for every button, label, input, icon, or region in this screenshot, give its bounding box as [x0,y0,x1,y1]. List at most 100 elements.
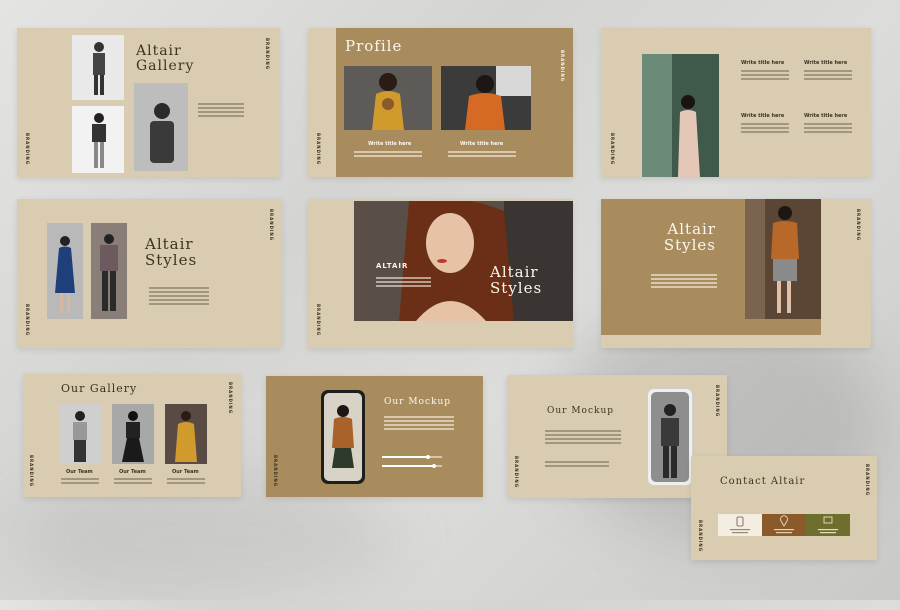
cream-right-strip [821,199,871,348]
hero-small-label: ALTAIR [376,262,409,270]
slide-altair-styles-right[interactable]: Altair Styles BRANDING [601,199,871,348]
person-figure-icon [661,404,679,478]
phone-icon [730,516,750,534]
monitor-icon [818,516,838,534]
gallery-team-label-2: Our Team [119,469,146,475]
contact-box-phone[interactable] [718,514,762,536]
woman-yellow-coat-icon [175,411,197,462]
styles-left-title: Altair Styles [145,236,197,269]
brand-vertical-label: BRANDING [610,132,615,165]
info-heading-2: Write title here [804,60,848,66]
brand-vertical-label: BRANDING [856,209,861,242]
our-gallery-title: Our Gallery [61,382,138,395]
slide-hero-styles[interactable]: ALTAIR Altair Styles BRANDING [308,199,573,348]
person-figure-icon [122,411,144,462]
brand-vertical-label: BRANDING [273,454,278,487]
photo-gallery-2 [112,404,154,464]
profile-text-left [354,151,422,159]
person-figure-icon [92,113,106,168]
gallery-title-line1: Altair [136,43,182,59]
styles-right-title: Altair Styles [662,221,716,254]
mockup-text-placeholder [384,416,454,432]
slide-profile[interactable]: Profile Write title here Write title her… [308,28,573,177]
photo-floral-top [91,223,127,319]
contact-box-location[interactable] [762,514,806,536]
person-figure-icon [73,411,87,462]
info-text-1 [741,70,789,82]
body-text-placeholder [198,103,244,119]
woman-sitting-icon [642,54,719,177]
info-heading-4: Write title here [804,113,848,119]
hero-title-line2: Styles [490,278,543,297]
photo-brown-jacket [745,199,821,319]
phone-mockup [647,388,693,486]
body-text-placeholder [149,287,209,307]
person-figure-icon [150,103,174,163]
woman-portrait-icon [354,201,573,321]
slide-mockup-gold[interactable]: Our Mockup BRANDING [266,376,483,497]
gallery-text-3 [167,478,205,486]
profile-title: Profile [345,37,403,55]
info-heading-3: Write title here [741,113,785,119]
brand-vertical-label: BRANDING [865,464,870,497]
info-text-4 [804,123,852,135]
brand-vertical-label: BRANDING [316,132,321,165]
slide-info[interactable]: Write title here Write title here Write … [601,28,871,177]
brand-vertical-label: BRANDING [698,519,703,552]
woman-orange-sweater-icon [441,66,531,130]
woman-brown-jacket-icon [332,405,354,468]
gallery-title: Altair Gallery [136,44,194,73]
info-text-3 [741,123,789,135]
progress-slider-2[interactable] [382,464,462,469]
photo-gallery-3 [165,404,207,464]
contact-box-website[interactable] [806,514,850,536]
photo-profile-left [344,66,432,130]
brand-vertical-label: BRANDING [25,303,30,336]
brand-vertical-label: BRANDING [269,209,274,242]
gallery-text-2 [114,478,152,486]
gallery-team-label-1: Our Team [66,469,93,475]
brand-vertical-label: BRANDING [228,382,233,415]
woman-blue-dress-icon [55,236,75,313]
slide-altair-styles-left[interactable]: Altair Styles BRANDING BRANDING [17,199,282,348]
slide-altair-gallery[interactable]: Altair Gallery BRANDING BRANDING [17,28,280,177]
gallery-team-label-3: Our Team [172,469,199,475]
person-figure-icon [93,42,105,95]
brand-vertical-label: BRANDING [265,38,270,71]
hero-title: Altair Styles [490,264,543,297]
gallery-text-1 [61,478,99,486]
photo-bw-3 [134,83,188,171]
profile-text-right [448,151,516,159]
styles-right-title-line2: Styles [663,235,716,254]
info-heading-1: Write title here [741,60,785,66]
info-text-2 [804,70,852,82]
brand-vertical-label: BRANDING [25,132,30,165]
photo-blue-dress [47,223,83,319]
photo-bw-2 [72,106,124,173]
phone-mockup [321,390,365,484]
hero-text-placeholder [376,277,431,289]
photo-balcony [642,54,719,177]
photo-bw-1 [72,35,124,100]
contact-title: Contact Altair [720,476,806,487]
woman-yellow-coat-icon [344,66,432,130]
mockup-cream-text-2 [545,461,609,469]
photo-hero-portrait [354,201,573,321]
profile-caption-right: Write title here [460,141,504,147]
progress-slider-1[interactable] [382,455,462,460]
location-pin-icon [774,515,794,534]
mockup-gold-title: Our Mockup [384,397,452,407]
mockup-cream-text [545,430,621,446]
slide-contact[interactable]: Contact Altair BRANDING BRANDING [691,456,877,560]
brand-vertical-label: BRANDING [715,385,720,418]
profile-caption-left: Write title here [368,141,412,147]
brand-vertical-label: BRANDING [316,303,321,336]
woman-brown-jacket-icon [745,199,821,319]
body-text-placeholder [651,274,717,290]
brand-vertical-label: BRANDING [514,455,519,488]
brand-vertical-label: BRANDING [29,454,34,487]
woman-floral-icon [100,234,118,311]
brand-vertical-label: BRANDING [560,50,565,83]
slide-our-gallery[interactable]: Our Gallery Our Team Our Team Our Team B… [23,374,241,497]
photo-profile-right [441,66,531,130]
